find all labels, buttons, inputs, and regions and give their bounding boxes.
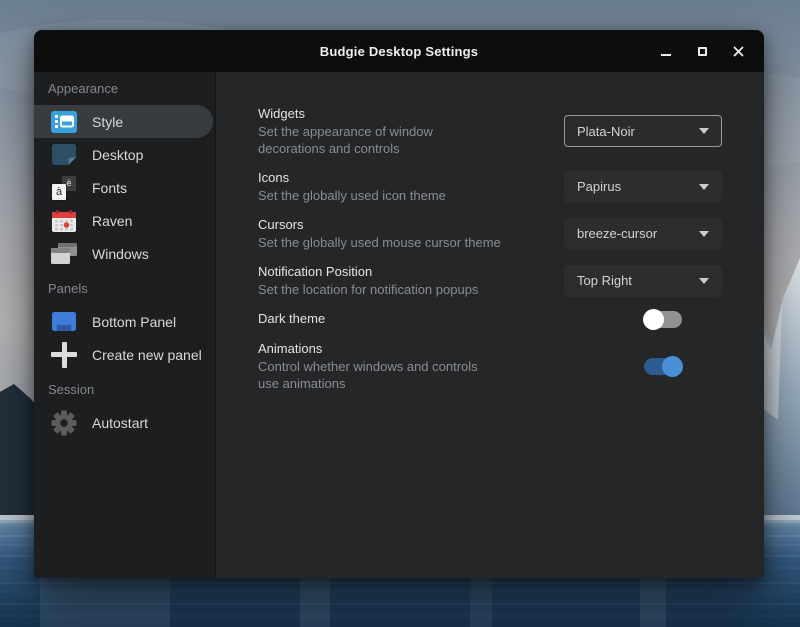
sidebar-item-desktop[interactable]: Desktop [34,138,213,171]
chevron-down-icon [699,231,709,237]
sidebar: Appearance Style [34,72,216,578]
desktop: Budgie Desktop Settings Appearance [0,0,800,627]
windows-icon [50,243,78,264]
sidebar-item-style[interactable]: Style [34,105,213,138]
sidebar-item-bottom-panel[interactable]: Bottom Panel [34,305,213,338]
budgie-settings-window: Budgie Desktop Settings Appearance [34,30,764,578]
sidebar-item-label: Windows [92,246,149,262]
window-controls [653,30,751,72]
widgets-description-line2: decorations and controls [258,140,544,157]
sidebar-item-fonts[interactable]: ë à Fonts [34,171,213,204]
section-header-appearance: Appearance [34,80,215,98]
setting-row-icons: Icons Set the globally used icon theme P… [258,169,722,204]
notification-position-title: Notification Position [258,263,544,281]
widgets-theme-value: Plata-Noir [577,124,635,139]
sidebar-item-label: Raven [92,213,132,229]
animations-toggle[interactable] [644,358,682,375]
widgets-description: Set the appearance of window [258,123,544,140]
sidebar-item-label: Create new panel [92,347,202,363]
setting-row-animations: Animations Control whether windows and c… [258,340,722,392]
sidebar-item-autostart[interactable]: Autostart [34,406,213,439]
dark-theme-title: Dark theme [258,310,544,328]
section-header-session: Session [34,381,215,399]
fonts-icon: ë à [50,176,78,200]
widgets-theme-dropdown[interactable]: Plata-Noir [564,115,722,147]
icon-theme-dropdown[interactable]: Papirus [564,171,722,203]
gear-icon [50,410,78,436]
panel-icon [50,312,78,331]
notification-position-value: Top Right [577,273,632,288]
widgets-title: Widgets [258,105,544,123]
plus-icon [50,342,78,368]
settings-panel: Widgets Set the appearance of window dec… [216,72,764,578]
sidebar-item-label: Fonts [92,180,127,196]
maximize-button[interactable] [689,38,715,64]
cursors-description: Set the globally used mouse cursor theme [258,234,544,251]
window-body: Appearance Style [34,72,764,578]
toggle-knob [662,356,683,377]
maximize-icon [698,47,707,56]
setting-row-notification-position: Notification Position Set the location f… [258,263,722,298]
sidebar-item-label: Desktop [92,147,143,163]
fonts-icon-front-glyph: à [52,184,66,200]
icons-title: Icons [258,169,544,187]
setting-row-widgets: Widgets Set the appearance of window dec… [258,105,722,157]
toggle-knob [643,309,664,330]
cursors-title: Cursors [258,216,544,234]
animations-description-line2: use animations [258,375,544,392]
sidebar-item-create-new-panel[interactable]: Create new panel [34,338,213,371]
chevron-down-icon [699,184,709,190]
chevron-down-icon [699,278,709,284]
animations-description: Control whether windows and controls [258,358,544,375]
close-button[interactable] [725,38,751,64]
raven-icon [50,210,78,232]
setting-row-dark-theme: Dark theme [258,310,722,328]
notification-position-dropdown[interactable]: Top Right [564,265,722,297]
animations-title: Animations [258,340,544,358]
sidebar-item-windows[interactable]: Windows [34,237,213,270]
sidebar-item-label: Autostart [92,415,148,431]
dark-theme-toggle[interactable] [644,311,682,328]
close-icon [733,46,744,57]
notification-position-description: Set the location for notification popups [258,281,544,298]
sidebar-item-raven[interactable]: Raven [34,204,213,237]
sidebar-item-label: Bottom Panel [92,314,176,330]
titlebar[interactable]: Budgie Desktop Settings [34,30,764,72]
cursor-theme-value: breeze-cursor [577,226,657,241]
icons-description: Set the globally used icon theme [258,187,544,204]
desktop-icon [50,144,78,165]
section-header-panels: Panels [34,280,215,298]
sidebar-item-label: Style [92,114,123,130]
icon-theme-value: Papirus [577,179,621,194]
minimize-button[interactable] [653,38,679,64]
setting-row-cursors: Cursors Set the globally used mouse curs… [258,216,722,251]
window-title: Budgie Desktop Settings [320,44,478,59]
cursor-theme-dropdown[interactable]: breeze-cursor [564,218,722,250]
minimize-icon [661,54,671,56]
chevron-down-icon [699,128,709,134]
style-icon [50,111,78,133]
